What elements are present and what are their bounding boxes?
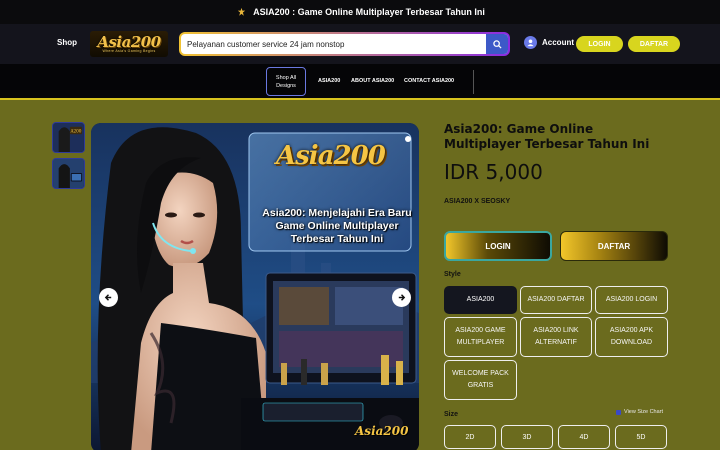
size-option-2d[interactable]: 2D [444,425,496,449]
arrow-left-icon [104,294,112,301]
style-option-daftar[interactable]: ASIA200 DAFTAR [520,286,592,314]
svg-text:A200: A200 [69,128,81,133]
product-thumbnail-1[interactable]: A200 [52,122,85,153]
search-button[interactable] [486,34,508,54]
hero-logo: Asia200 [276,141,386,171]
search-input[interactable] [181,39,481,49]
logo-tagline: Where Asia's Gaming Begins [102,48,156,53]
site-logo[interactable]: Asia200 Where Asia's Gaming Begins [90,31,168,57]
product-main-image [91,123,419,450]
site-header: Shop Asia200 Where Asia's Gaming Begins … [0,24,720,64]
search-bar [179,32,510,56]
nav-link-asia200[interactable]: ASIA200 [318,78,340,84]
product-vendor: ASIA200 X SEOSKY [444,198,511,205]
account-label: Account [542,38,574,47]
nav-link-contact[interactable]: CONTACT ASIA200 [404,78,454,84]
arrow-right-icon [398,294,406,301]
shop-all-designs-button[interactable]: Shop All Designs [266,67,306,96]
size-label: Size [444,411,459,418]
account-link[interactable]: Account [524,36,574,49]
product-thumbnail-2[interactable] [52,158,85,189]
carousel-next-button[interactable] [392,288,411,307]
hero-headline-line-1: Asia200: Menjelajahi Era Baru [262,207,412,219]
product-price: IDR 5,000 [444,160,543,184]
size-chart-label: View Size Chart [624,409,664,415]
shop-link[interactable]: Shop [57,38,77,47]
size-option-3d[interactable]: 3D [501,425,553,449]
nav-divider [473,70,474,94]
size-option-5d[interactable]: 5D [615,425,667,449]
style-option-asia200[interactable]: ASIA200 [444,286,517,314]
gift-icon [235,6,247,18]
ruler-icon [616,409,621,415]
hero-headline-line-3: Terbesar Tahun Ini [290,233,384,245]
search-icon [492,39,502,49]
account-icon [524,36,537,49]
hero-headline-line-2: Game Online Multiplayer [275,220,399,232]
hero-brand-mark: Asia200 [355,424,409,438]
style-label: Style [444,271,461,278]
size-option-4d[interactable]: 4D [558,425,610,449]
style-option-login[interactable]: ASIA200 LOGIN [595,286,668,314]
main-nav: Shop All Designs ASIA200 ABOUT ASIA200 C… [0,64,720,100]
announcement-text: ASIA200 : Game Online Multiplayer Terbes… [253,7,485,17]
style-option-link-alternatif[interactable]: ASIA200 LINK ALTERNATIF [520,317,592,357]
carousel-indicator[interactable] [405,136,411,142]
style-option-game-multiplayer[interactable]: ASIA200 GAME MULTIPLAYER [444,317,517,357]
product-title: Asia200: Game Online Multiplayer Terbesa… [444,122,650,151]
logo-text: Asia200 [97,32,161,51]
header-login-button[interactable]: LOGIN [576,36,623,52]
daftar-button[interactable]: DAFTAR [560,231,668,261]
header-daftar-button[interactable]: DAFTAR [628,36,680,52]
login-button[interactable]: LOGIN [444,231,552,261]
style-option-welcome-pack[interactable]: WELCOME PACK GRATIS [444,360,517,400]
announcement-bar: ASIA200 : Game Online Multiplayer Terbes… [0,0,720,24]
size-chart-link[interactable]: View Size Chart [616,409,663,415]
carousel-prev-button[interactable] [99,288,118,307]
style-option-apk-download[interactable]: ASIA200 APK DOWNLOAD [595,317,668,357]
nav-link-about[interactable]: ABOUT ASIA200 [351,78,394,84]
